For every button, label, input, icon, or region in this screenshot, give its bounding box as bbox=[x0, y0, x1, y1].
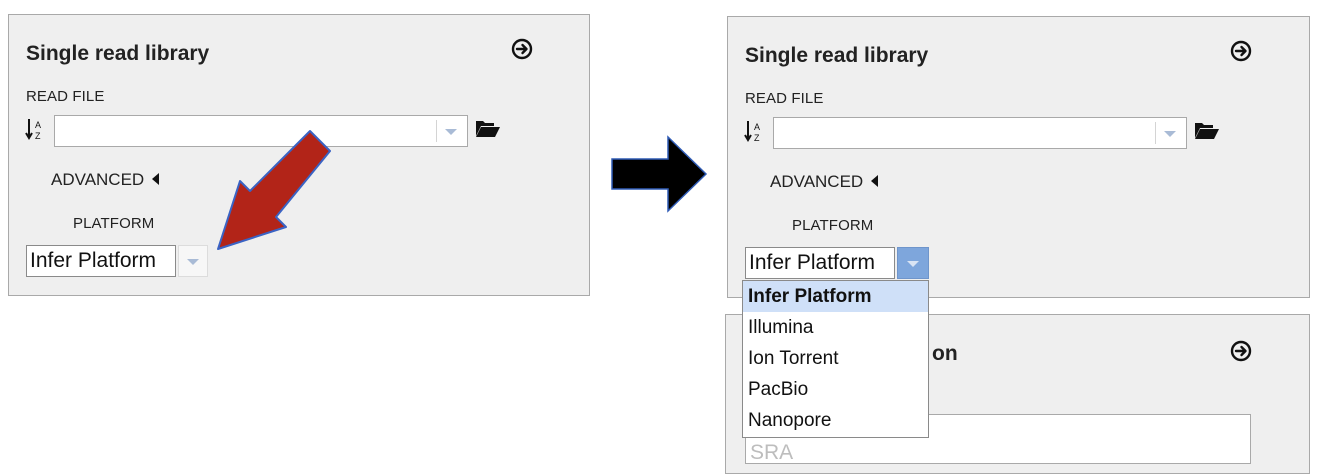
panel-title: Single read library bbox=[26, 42, 210, 65]
platform-select[interactable]: Infer Platform bbox=[26, 245, 176, 277]
advanced-toggle[interactable]: ADVANCED bbox=[770, 172, 879, 192]
chevron-down-icon[interactable] bbox=[445, 129, 457, 135]
advanced-toggle[interactable]: ADVANCED bbox=[51, 170, 160, 190]
platform-select-button[interactable] bbox=[897, 247, 929, 279]
platform-option[interactable]: PacBio bbox=[743, 374, 928, 405]
caret-left-icon bbox=[152, 173, 160, 185]
right-library-panel: Single read library READ FILE A Z ADVANC… bbox=[727, 16, 1310, 298]
transition-arrow bbox=[611, 135, 708, 213]
platform-select[interactable]: Infer Platform bbox=[745, 247, 895, 279]
arrow-circle-right-icon[interactable] bbox=[511, 38, 533, 60]
read-file-input[interactable] bbox=[773, 117, 1187, 149]
arrow-circle-right-icon[interactable] bbox=[1230, 40, 1252, 62]
platform-option[interactable]: Ion Torrent bbox=[743, 343, 928, 374]
combo-separator bbox=[436, 120, 437, 142]
chevron-down-icon[interactable] bbox=[1164, 131, 1176, 137]
platform-label: PLATFORM bbox=[792, 217, 874, 234]
sort-alpha-icon[interactable]: A Z bbox=[25, 117, 47, 143]
read-file-label: READ FILE bbox=[26, 88, 105, 105]
highlight-arrow bbox=[217, 130, 331, 250]
svg-text:Z: Z bbox=[754, 133, 760, 143]
arrow-circle-right-icon[interactable] bbox=[1230, 340, 1252, 362]
svg-text:A: A bbox=[754, 122, 760, 132]
sort-alpha-icon[interactable]: A Z bbox=[744, 119, 766, 145]
sra-placeholder: SRA bbox=[750, 441, 794, 464]
caret-left-icon bbox=[871, 175, 879, 187]
platform-option[interactable]: Infer Platform bbox=[743, 281, 928, 312]
svg-text:A: A bbox=[35, 120, 41, 130]
advanced-label: ADVANCED bbox=[770, 172, 864, 191]
folder-open-icon[interactable] bbox=[1194, 120, 1220, 140]
advanced-label: ADVANCED bbox=[51, 170, 145, 189]
panel-title-partial: on bbox=[932, 342, 958, 365]
folder-open-icon[interactable] bbox=[475, 118, 501, 138]
chevron-down-icon bbox=[187, 259, 199, 265]
svg-text:Z: Z bbox=[35, 131, 41, 141]
platform-label: PLATFORM bbox=[73, 215, 155, 232]
read-file-label: READ FILE bbox=[745, 90, 824, 107]
platform-dropdown-list: Infer Platform Illumina Ion Torrent PacB… bbox=[742, 280, 929, 438]
panel-title: Single read library bbox=[745, 44, 929, 67]
platform-select-button[interactable] bbox=[178, 245, 208, 277]
platform-option[interactable]: Nanopore bbox=[743, 405, 928, 436]
chevron-down-icon bbox=[907, 261, 919, 267]
combo-separator bbox=[1155, 122, 1156, 144]
platform-option[interactable]: Illumina bbox=[743, 312, 928, 343]
